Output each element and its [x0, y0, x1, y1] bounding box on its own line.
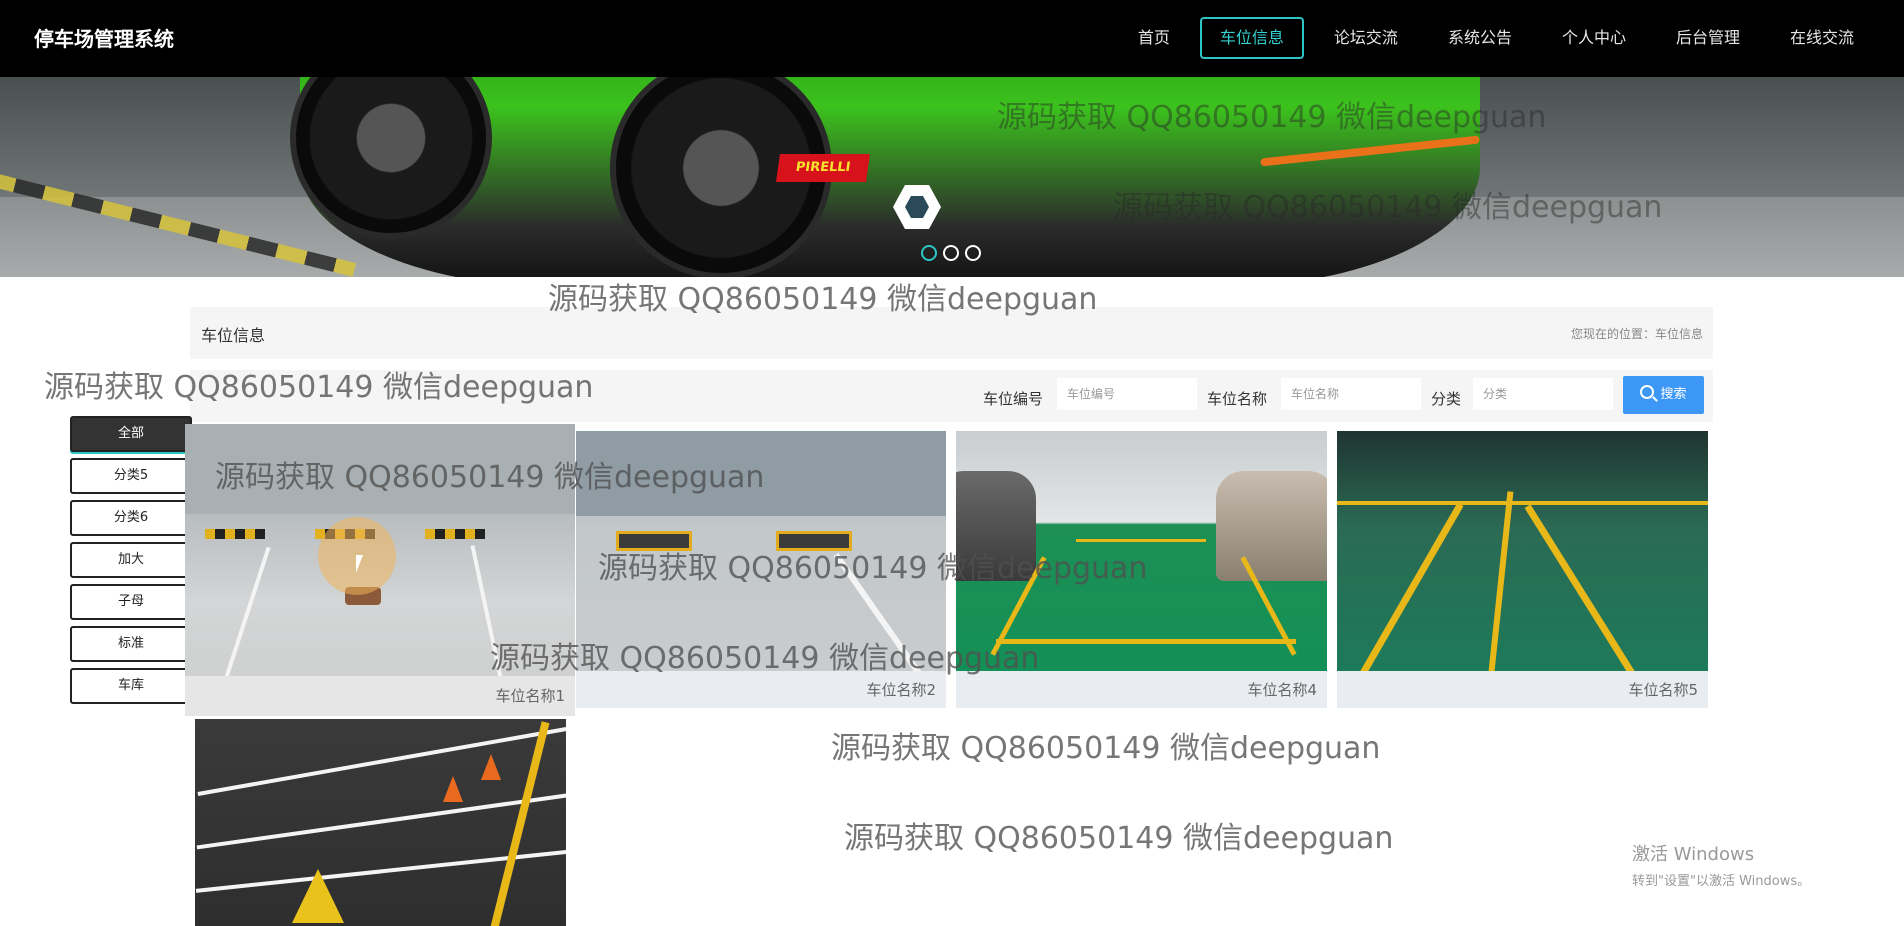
search-button-label: 搜索 [1660, 387, 1687, 402]
wheel-stop [425, 529, 485, 539]
lane-line [223, 546, 271, 676]
site-title[interactable]: 停车场管理系统 [34, 23, 174, 52]
category-6[interactable]: 分类6 [70, 500, 192, 536]
wall [185, 424, 575, 514]
wheel-stop [776, 531, 852, 551]
yellow-line [488, 721, 550, 926]
search-icon [1640, 385, 1655, 399]
parking-card-name: 车位名称5 [1628, 681, 1698, 699]
wheel-stop [205, 529, 265, 539]
wheel-stop [616, 531, 692, 551]
search-bar: 车位编号 车位名称 分类 搜索 [190, 370, 1713, 422]
sponsor-decal: PIRELLI [776, 154, 870, 182]
page-title: 车位信息 [201, 326, 266, 345]
carousel-dot-1[interactable] [921, 245, 937, 261]
yellow-line [1486, 491, 1514, 671]
nav-forum[interactable]: 论坛交流 [1314, 17, 1418, 59]
windows-activation-title: 激活 Windows [1632, 844, 1755, 865]
lane-line [196, 792, 566, 850]
yellow-line [1524, 504, 1637, 671]
nav-home[interactable]: 首页 [1118, 17, 1190, 59]
banner-carousel[interactable]: PIRELLI [0, 77, 1904, 277]
category-5[interactable]: 分类5 [70, 458, 192, 494]
search-label-category: 分类 [1431, 390, 1462, 408]
yellow-line [1357, 502, 1464, 671]
nav-announcements[interactable]: 系统公告 [1428, 17, 1532, 59]
category-large[interactable]: 加大 [70, 542, 192, 578]
lane-line [470, 545, 504, 676]
parking-card-name: 车位名称1 [495, 687, 565, 705]
watermark: 源码获取 QQ86050149 微信deepguan [844, 821, 1394, 856]
category-input[interactable] [1473, 378, 1613, 410]
category-all[interactable]: 全部 [70, 416, 192, 452]
mouse-cursor-icon [355, 554, 364, 574]
nav-parking-info[interactable]: 车位信息 [1199, 17, 1304, 59]
nav-admin[interactable]: 后台管理 [1656, 17, 1760, 59]
lane-line [833, 552, 925, 671]
parking-card[interactable] [195, 719, 566, 926]
parking-card-name: 车位名称4 [1247, 681, 1317, 699]
traffic-cone [443, 776, 463, 802]
parking-card[interactable]: 车位名称5 [1337, 431, 1708, 708]
search-label-number: 车位编号 [983, 390, 1044, 408]
traffic-cone [481, 754, 501, 780]
yellow-line [996, 639, 1296, 644]
parking-lock [292, 869, 344, 923]
yellow-line [1337, 501, 1708, 505]
nav-personal-center[interactable]: 个人中心 [1542, 17, 1646, 59]
category-sidebar: 全部 分类5 分类6 加大 子母 标准 车库 [70, 416, 192, 710]
parking-space-image [576, 431, 946, 671]
windows-activation-notice: 激活 Windows 转到"设置"以激活 Windows。 [1632, 840, 1810, 889]
space-name-input[interactable] [1281, 378, 1421, 410]
watermark: 源码获取 QQ86050149 微信deepguan [831, 731, 1381, 766]
search-label-name: 车位名称 [1207, 390, 1268, 408]
parking-card-name: 车位名称2 [866, 681, 936, 699]
parked-car [956, 471, 1036, 581]
parking-space-image [956, 431, 1327, 671]
search-button[interactable]: 搜索 [1623, 376, 1704, 414]
breadcrumb: 您现在的位置：车位信息 [1570, 327, 1703, 341]
parking-space-image [1337, 431, 1708, 671]
carousel-dot-3[interactable] [965, 245, 981, 261]
parking-space-image [195, 719, 566, 926]
category-standard[interactable]: 标准 [70, 626, 192, 662]
parking-card[interactable]: 车位名称4 [956, 431, 1327, 708]
carousel-indicators [921, 245, 987, 261]
space-number-input[interactable] [1057, 378, 1197, 410]
nav-online-chat[interactable]: 在线交流 [1770, 17, 1874, 59]
section-header: 车位信息 您现在的位置：车位信息 [190, 307, 1713, 359]
yellow-line [1076, 539, 1206, 542]
parking-card[interactable]: 车位名称2 [576, 431, 946, 708]
top-navbar: 停车场管理系统 首页 车位信息 论坛交流 系统公告 个人中心 后台管理 在线交流 [0, 0, 1904, 77]
windows-activation-subtitle: 转到"设置"以激活 Windows。 [1632, 874, 1811, 889]
wall [576, 431, 946, 516]
category-garage[interactable]: 车库 [70, 668, 192, 704]
category-tandem[interactable]: 子母 [70, 584, 192, 620]
carousel-dot-2[interactable] [943, 245, 959, 261]
parked-car [1216, 471, 1327, 581]
lane-line [197, 726, 566, 796]
main-menu: 首页 车位信息 论坛交流 系统公告 个人中心 后台管理 在线交流 [1108, 17, 1874, 59]
